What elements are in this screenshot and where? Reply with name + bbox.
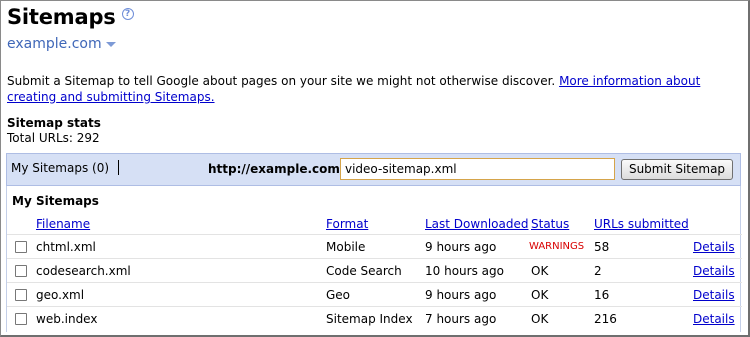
cell-last-downloaded: 10 hours ago <box>425 264 504 278</box>
tab-separator <box>118 160 119 175</box>
stats-title: Sitemap stats <box>7 116 101 130</box>
column-header-filename[interactable]: Filename <box>36 217 90 231</box>
row-checkbox[interactable] <box>15 241 27 253</box>
base-url-label: http://example.com/ <box>208 162 345 176</box>
cell-filename: web.index <box>36 312 98 326</box>
table-row: chtml.xml Mobile 9 hours ago WARNINGS 58… <box>7 234 742 258</box>
submit-sitemap-button[interactable]: Submit Sitemap <box>621 159 733 180</box>
table-row: web.index Sitemap Index 7 hours ago OK 2… <box>7 306 742 330</box>
cell-last-downloaded: 9 hours ago <box>425 240 497 254</box>
column-header-status[interactable]: Status <box>531 217 569 231</box>
column-header-format[interactable]: Format <box>326 217 368 231</box>
cell-filename: chtml.xml <box>36 240 96 254</box>
total-urls: Total URLs: 292 <box>7 131 100 145</box>
cell-urls: 58 <box>594 240 610 254</box>
column-header-urls-submitted[interactable]: URLs submitted <box>594 217 689 231</box>
row-checkbox[interactable] <box>15 289 27 301</box>
cell-last-downloaded: 7 hours ago <box>425 312 497 326</box>
cell-format: Sitemap Index <box>326 312 413 326</box>
cell-last-downloaded: 9 hours ago <box>425 288 497 302</box>
panel-title: My Sitemaps <box>12 194 99 208</box>
cell-format: Code Search <box>326 264 402 278</box>
sitemap-url-input[interactable]: video-sitemap.xml <box>340 158 615 180</box>
details-link[interactable]: Details <box>693 240 735 254</box>
sitemaps-panel: My Sitemaps Filename Format Last Downloa… <box>6 186 742 332</box>
intro-description: Submit a Sitemap to tell Google about pa… <box>7 74 556 88</box>
cell-filename: geo.xml <box>36 288 85 302</box>
help-icon[interactable]: ? <box>121 8 134 20</box>
cell-urls: 216 <box>594 312 617 326</box>
site-selector[interactable]: example.com <box>7 36 116 52</box>
status-badge: OK <box>531 264 549 278</box>
column-header-last-downloaded[interactable]: Last Downloaded <box>425 217 528 231</box>
details-link[interactable]: Details <box>693 264 735 278</box>
table-row: codesearch.xml Code Search 10 hours ago … <box>7 258 742 282</box>
page-title: Sitemaps <box>7 5 116 29</box>
status-badge: WARNINGS <box>529 241 585 252</box>
cell-format: Geo <box>326 288 351 302</box>
tab-my-sitemaps[interactable]: My Sitemaps (0) <box>11 161 109 175</box>
cell-urls: 2 <box>594 264 602 278</box>
cell-format: Mobile <box>326 240 366 254</box>
table-row: geo.xml Geo 9 hours ago OK 16 Details <box>7 282 742 306</box>
site-name[interactable]: example.com <box>7 36 102 52</box>
row-checkbox[interactable] <box>15 265 27 277</box>
chevron-down-icon[interactable] <box>105 41 116 47</box>
title-row: Sitemaps ? <box>7 4 134 30</box>
status-badge: OK <box>531 288 549 302</box>
details-link[interactable]: Details <box>693 312 735 326</box>
row-checkbox[interactable] <box>15 313 27 325</box>
details-link[interactable]: Details <box>693 288 735 302</box>
submit-toolbar: My Sitemaps (0) http://example.com/ vide… <box>6 153 741 186</box>
intro-text: Submit a Sitemap to tell Google about pa… <box>7 73 727 105</box>
cell-urls: 16 <box>594 288 610 302</box>
cell-filename: codesearch.xml <box>36 264 131 278</box>
status-badge: OK <box>531 312 549 326</box>
